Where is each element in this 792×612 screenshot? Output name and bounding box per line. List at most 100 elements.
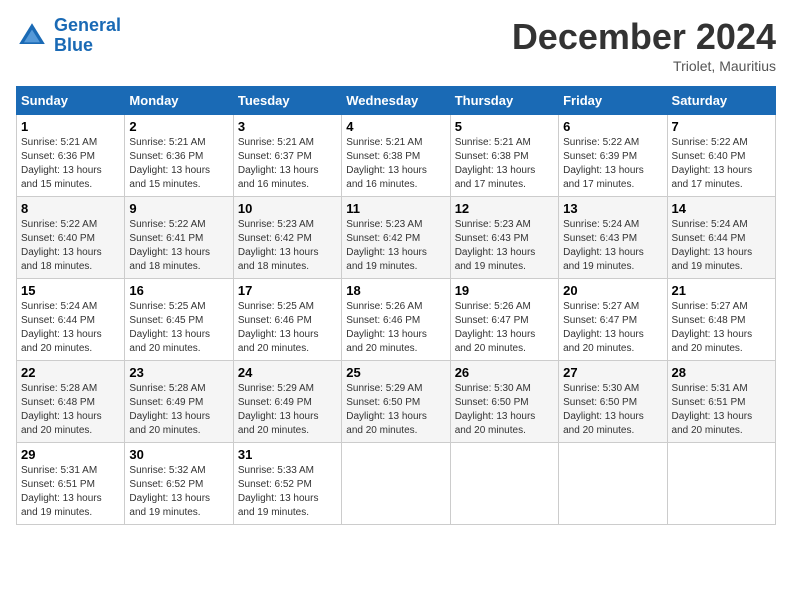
day-number: 3	[238, 119, 337, 134]
calendar-cell: 7 Sunrise: 5:22 AMSunset: 6:40 PMDayligh…	[667, 115, 775, 197]
calendar-cell: 9 Sunrise: 5:22 AMSunset: 6:41 PMDayligh…	[125, 197, 233, 279]
day-number: 4	[346, 119, 445, 134]
calendar-cell: 4 Sunrise: 5:21 AMSunset: 6:38 PMDayligh…	[342, 115, 450, 197]
logo-blue: Blue	[54, 35, 93, 55]
day-info: Sunrise: 5:24 AMSunset: 6:44 PMDaylight:…	[21, 301, 102, 354]
day-info: Sunrise: 5:25 AMSunset: 6:45 PMDaylight:…	[129, 301, 210, 354]
calendar-week-4: 22 Sunrise: 5:28 AMSunset: 6:48 PMDaylig…	[17, 361, 776, 443]
day-info: Sunrise: 5:31 AMSunset: 6:51 PMDaylight:…	[21, 465, 102, 518]
calendar-cell: 23 Sunrise: 5:28 AMSunset: 6:49 PMDaylig…	[125, 361, 233, 443]
day-number: 15	[21, 283, 120, 298]
location-subtitle: Triolet, Mauritius	[512, 58, 776, 74]
calendar-cell	[667, 443, 775, 525]
month-title: December 2024	[512, 16, 776, 58]
day-info: Sunrise: 5:31 AMSunset: 6:51 PMDaylight:…	[672, 383, 753, 436]
calendar-cell: 29 Sunrise: 5:31 AMSunset: 6:51 PMDaylig…	[17, 443, 125, 525]
day-number: 13	[563, 201, 662, 216]
logo-icon	[16, 20, 48, 52]
weekday-sunday: Sunday	[17, 87, 125, 115]
title-area: December 2024 Triolet, Mauritius	[512, 16, 776, 74]
weekday-saturday: Saturday	[667, 87, 775, 115]
day-info: Sunrise: 5:32 AMSunset: 6:52 PMDaylight:…	[129, 465, 210, 518]
day-number: 22	[21, 365, 120, 380]
day-number: 14	[672, 201, 771, 216]
calendar-cell	[342, 443, 450, 525]
day-info: Sunrise: 5:28 AMSunset: 6:49 PMDaylight:…	[129, 383, 210, 436]
day-info: Sunrise: 5:23 AMSunset: 6:43 PMDaylight:…	[455, 219, 536, 272]
day-info: Sunrise: 5:22 AMSunset: 6:40 PMDaylight:…	[21, 219, 102, 272]
day-info: Sunrise: 5:21 AMSunset: 6:36 PMDaylight:…	[21, 137, 102, 190]
calendar-cell: 25 Sunrise: 5:29 AMSunset: 6:50 PMDaylig…	[342, 361, 450, 443]
day-info: Sunrise: 5:24 AMSunset: 6:43 PMDaylight:…	[563, 219, 644, 272]
day-info: Sunrise: 5:27 AMSunset: 6:48 PMDaylight:…	[672, 301, 753, 354]
day-info: Sunrise: 5:22 AMSunset: 6:41 PMDaylight:…	[129, 219, 210, 272]
calendar-week-1: 1 Sunrise: 5:21 AMSunset: 6:36 PMDayligh…	[17, 115, 776, 197]
weekday-monday: Monday	[125, 87, 233, 115]
day-info: Sunrise: 5:29 AMSunset: 6:49 PMDaylight:…	[238, 383, 319, 436]
day-number: 20	[563, 283, 662, 298]
calendar-week-2: 8 Sunrise: 5:22 AMSunset: 6:40 PMDayligh…	[17, 197, 776, 279]
calendar-cell	[450, 443, 558, 525]
day-number: 7	[672, 119, 771, 134]
day-info: Sunrise: 5:21 AMSunset: 6:36 PMDaylight:…	[129, 137, 210, 190]
calendar-cell: 14 Sunrise: 5:24 AMSunset: 6:44 PMDaylig…	[667, 197, 775, 279]
weekday-tuesday: Tuesday	[233, 87, 341, 115]
calendar-cell: 1 Sunrise: 5:21 AMSunset: 6:36 PMDayligh…	[17, 115, 125, 197]
day-number: 6	[563, 119, 662, 134]
calendar-cell: 3 Sunrise: 5:21 AMSunset: 6:37 PMDayligh…	[233, 115, 341, 197]
page-header: General Blue December 2024 Triolet, Maur…	[16, 16, 776, 74]
day-info: Sunrise: 5:28 AMSunset: 6:48 PMDaylight:…	[21, 383, 102, 436]
calendar-week-5: 29 Sunrise: 5:31 AMSunset: 6:51 PMDaylig…	[17, 443, 776, 525]
calendar-cell: 30 Sunrise: 5:32 AMSunset: 6:52 PMDaylig…	[125, 443, 233, 525]
day-info: Sunrise: 5:26 AMSunset: 6:47 PMDaylight:…	[455, 301, 536, 354]
logo-text: General Blue	[54, 16, 121, 56]
calendar-cell: 20 Sunrise: 5:27 AMSunset: 6:47 PMDaylig…	[559, 279, 667, 361]
calendar-cell: 17 Sunrise: 5:25 AMSunset: 6:46 PMDaylig…	[233, 279, 341, 361]
day-info: Sunrise: 5:30 AMSunset: 6:50 PMDaylight:…	[563, 383, 644, 436]
day-number: 12	[455, 201, 554, 216]
calendar-cell: 22 Sunrise: 5:28 AMSunset: 6:48 PMDaylig…	[17, 361, 125, 443]
day-info: Sunrise: 5:21 AMSunset: 6:38 PMDaylight:…	[346, 137, 427, 190]
calendar-cell	[559, 443, 667, 525]
calendar-body: 1 Sunrise: 5:21 AMSunset: 6:36 PMDayligh…	[17, 115, 776, 525]
calendar-cell: 24 Sunrise: 5:29 AMSunset: 6:49 PMDaylig…	[233, 361, 341, 443]
day-info: Sunrise: 5:30 AMSunset: 6:50 PMDaylight:…	[455, 383, 536, 436]
calendar-week-3: 15 Sunrise: 5:24 AMSunset: 6:44 PMDaylig…	[17, 279, 776, 361]
day-number: 8	[21, 201, 120, 216]
day-number: 19	[455, 283, 554, 298]
day-number: 10	[238, 201, 337, 216]
day-number: 24	[238, 365, 337, 380]
calendar-cell: 8 Sunrise: 5:22 AMSunset: 6:40 PMDayligh…	[17, 197, 125, 279]
day-number: 21	[672, 283, 771, 298]
day-info: Sunrise: 5:23 AMSunset: 6:42 PMDaylight:…	[238, 219, 319, 272]
weekday-header-row: SundayMondayTuesdayWednesdayThursdayFrid…	[17, 87, 776, 115]
day-info: Sunrise: 5:25 AMSunset: 6:46 PMDaylight:…	[238, 301, 319, 354]
day-info: Sunrise: 5:22 AMSunset: 6:39 PMDaylight:…	[563, 137, 644, 190]
calendar-cell: 6 Sunrise: 5:22 AMSunset: 6:39 PMDayligh…	[559, 115, 667, 197]
calendar-cell: 10 Sunrise: 5:23 AMSunset: 6:42 PMDaylig…	[233, 197, 341, 279]
day-number: 31	[238, 447, 337, 462]
day-number: 26	[455, 365, 554, 380]
day-info: Sunrise: 5:33 AMSunset: 6:52 PMDaylight:…	[238, 465, 319, 518]
calendar-cell: 26 Sunrise: 5:30 AMSunset: 6:50 PMDaylig…	[450, 361, 558, 443]
day-info: Sunrise: 5:26 AMSunset: 6:46 PMDaylight:…	[346, 301, 427, 354]
day-number: 1	[21, 119, 120, 134]
day-number: 9	[129, 201, 228, 216]
day-info: Sunrise: 5:21 AMSunset: 6:37 PMDaylight:…	[238, 137, 319, 190]
day-number: 5	[455, 119, 554, 134]
day-number: 17	[238, 283, 337, 298]
day-number: 29	[21, 447, 120, 462]
day-number: 11	[346, 201, 445, 216]
logo-general: General	[54, 15, 121, 35]
day-number: 30	[129, 447, 228, 462]
calendar-header: SundayMondayTuesdayWednesdayThursdayFrid…	[17, 87, 776, 115]
calendar-cell: 27 Sunrise: 5:30 AMSunset: 6:50 PMDaylig…	[559, 361, 667, 443]
day-number: 25	[346, 365, 445, 380]
calendar-cell: 19 Sunrise: 5:26 AMSunset: 6:47 PMDaylig…	[450, 279, 558, 361]
day-info: Sunrise: 5:23 AMSunset: 6:42 PMDaylight:…	[346, 219, 427, 272]
calendar-cell: 28 Sunrise: 5:31 AMSunset: 6:51 PMDaylig…	[667, 361, 775, 443]
logo: General Blue	[16, 16, 121, 56]
weekday-thursday: Thursday	[450, 87, 558, 115]
calendar-cell: 5 Sunrise: 5:21 AMSunset: 6:38 PMDayligh…	[450, 115, 558, 197]
day-number: 27	[563, 365, 662, 380]
